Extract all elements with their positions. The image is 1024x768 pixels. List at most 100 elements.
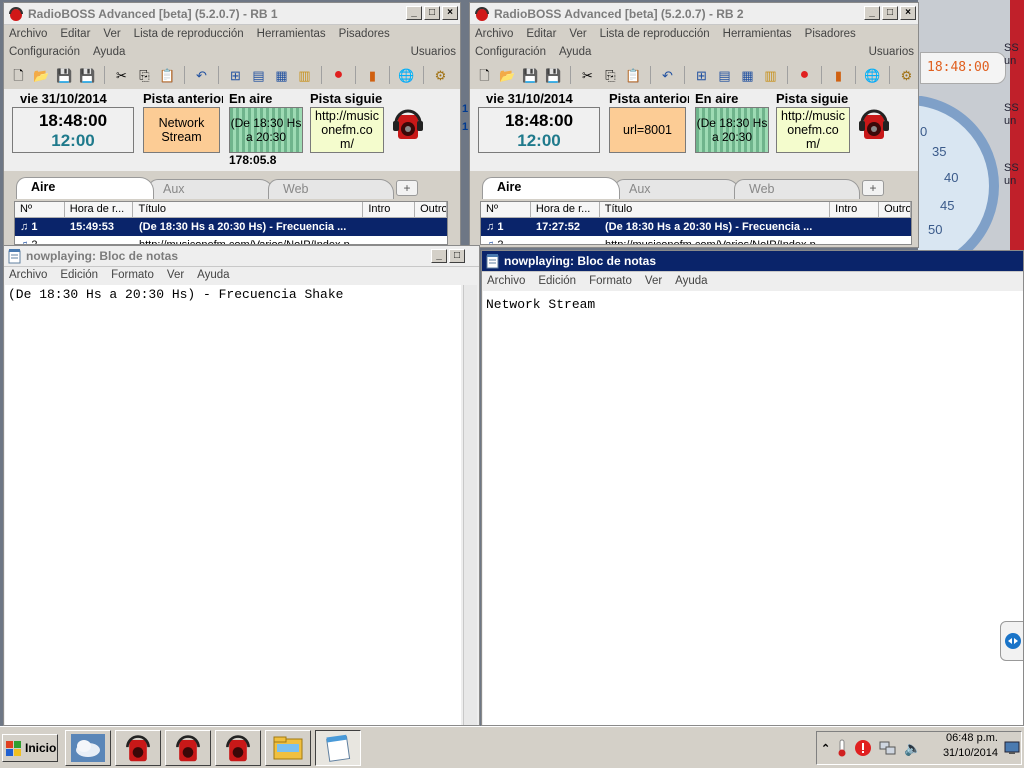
menu-herramientas[interactable]: Herramientas [257, 28, 326, 40]
add-list-icon[interactable]: ▤ [250, 67, 267, 84]
start-button[interactable]: Inicio [2, 734, 58, 762]
table-row[interactable]: ♫ 2 http://musiconefm.com/Varios/NoIP/In… [15, 236, 447, 244]
save-icon[interactable]: 💾 [56, 67, 73, 84]
menu-ayuda[interactable]: Ayuda [559, 46, 591, 58]
cut-icon[interactable]: ✂ [579, 67, 596, 84]
add-track-icon[interactable]: ⊞ [693, 67, 710, 84]
menu-edicion[interactable]: Edición [60, 269, 98, 281]
undo-icon[interactable]: ↶ [659, 67, 676, 84]
rb2-prev-track[interactable]: url=8001 [609, 107, 686, 153]
add-stream-icon[interactable]: ▦ [273, 67, 290, 84]
col-title[interactable]: Título [600, 202, 831, 217]
show-desktop-icon[interactable] [1004, 741, 1020, 755]
new-icon[interactable]: 🗋 [10, 67, 27, 84]
tab-aux[interactable]: Aux [148, 179, 274, 199]
menu-archivo[interactable]: Archivo [487, 275, 525, 287]
menu-formato[interactable]: Formato [589, 275, 632, 287]
rb1-onair-track[interactable]: (De 18:30 Hs a 20:30 [229, 107, 303, 153]
globe-icon[interactable]: 🌐 [864, 67, 881, 84]
tab-aire[interactable]: Aire [16, 177, 154, 199]
menu-ver[interactable]: Ver [645, 275, 662, 287]
maximize-button[interactable]: □ [449, 249, 465, 263]
volume-icon[interactable]: 🔈 [904, 740, 921, 757]
cut-icon[interactable]: ✂ [113, 67, 130, 84]
settings-gear-icon[interactable]: ⚙ [898, 67, 915, 84]
close-button[interactable]: × [442, 6, 458, 20]
undo-icon[interactable]: ↶ [193, 67, 210, 84]
col-num[interactable]: Nº [481, 202, 531, 217]
menu-ver[interactable]: Ver [103, 28, 120, 40]
maximize-button[interactable]: □ [424, 6, 440, 20]
menu-ver[interactable]: Ver [167, 269, 184, 281]
taskbar-app-notepad[interactable] [315, 730, 361, 766]
menu-configuracion[interactable]: Configuración [9, 46, 80, 58]
np1-scrollbar[interactable] [463, 285, 477, 725]
menu-formato[interactable]: Formato [111, 269, 154, 281]
tab-aux[interactable]: Aux [614, 179, 740, 199]
menu-pisadores[interactable]: Pisadores [805, 28, 856, 40]
show-hidden-icons-icon[interactable]: ⌃ [821, 742, 830, 755]
add-folder-icon[interactable]: ▥ [296, 67, 313, 84]
settings-gear-icon[interactable]: ⚙ [432, 67, 449, 84]
copy-icon[interactable]: ⎘ [136, 67, 153, 84]
stats-icon[interactable]: ▮ [830, 67, 847, 84]
taskbar-app-radioboss-3[interactable] [215, 730, 261, 766]
tab-aire[interactable]: Aire [482, 177, 620, 199]
col-time[interactable]: Hora de r... [65, 202, 134, 217]
menu-archivo[interactable]: Archivo [475, 28, 513, 40]
col-title[interactable]: Título [133, 202, 364, 217]
record-icon[interactable]: ● [796, 67, 813, 84]
menu-editar[interactable]: Editar [60, 28, 90, 40]
open-folder-icon[interactable]: 📂 [499, 67, 516, 84]
new-icon[interactable]: 🗋 [476, 67, 493, 84]
menu-archivo[interactable]: Archivo [9, 269, 47, 281]
minimize-button[interactable]: _ [431, 249, 447, 263]
menu-herramientas[interactable]: Herramientas [723, 28, 792, 40]
menu-ayuda[interactable]: Ayuda [197, 269, 229, 281]
menu-edicion[interactable]: Edición [538, 275, 576, 287]
teamviewer-side-tab[interactable] [1000, 621, 1023, 661]
col-outro[interactable]: Outro [415, 202, 447, 217]
taskbar-app-radioboss-1[interactable] [115, 730, 161, 766]
rb2-next-track[interactable]: http://musiconefm.com/ [776, 107, 850, 153]
add-track-icon[interactable]: ⊞ [227, 67, 244, 84]
np2-text-area[interactable]: Network Stream [483, 291, 1023, 725]
np1-text-area[interactable]: (De 18:30 Hs a 20:30 Hs) - Frecuencia Sh… [5, 285, 461, 725]
paste-icon[interactable]: 📋 [625, 67, 642, 84]
alert-icon[interactable] [854, 739, 872, 757]
col-intro[interactable]: Intro [830, 202, 880, 217]
menu-usuarios[interactable]: Usuarios [411, 46, 456, 58]
close-button[interactable]: × [900, 6, 916, 20]
col-time[interactable]: Hora de r... [531, 202, 600, 217]
stats-icon[interactable]: ▮ [364, 67, 381, 84]
minimize-button[interactable]: _ [406, 6, 422, 20]
col-intro[interactable]: Intro [363, 202, 416, 217]
table-row[interactable]: ♫ 1 15:49:53 (De 18:30 Hs a 20:30 Hs) - … [15, 218, 447, 236]
add-folder-icon[interactable]: ▥ [762, 67, 779, 84]
menu-ayuda[interactable]: Ayuda [675, 275, 707, 287]
menu-editar[interactable]: Editar [526, 28, 556, 40]
menu-lista-reproduccion[interactable]: Lista de reproducción [600, 28, 710, 40]
col-num[interactable]: Nº [15, 202, 65, 217]
rb2-onair-track[interactable]: (De 18:30 Hs a 20:30 [695, 107, 769, 153]
save-icon[interactable]: 💾 [522, 67, 539, 84]
taskbar-app-weather[interactable] [65, 730, 111, 766]
taskbar-app-explorer[interactable] [265, 730, 311, 766]
system-clock[interactable]: 06:48 p.m. 31/10/2014 [943, 731, 998, 761]
save-as-icon[interactable]: 💾 [79, 67, 96, 84]
add-tab-button[interactable]: + [862, 180, 884, 196]
table-row[interactable]: ♫ 2 http://musiconefm.com/Varios/NoIP/In… [481, 236, 911, 244]
menu-ayuda[interactable]: Ayuda [93, 46, 125, 58]
tab-web[interactable]: Web [268, 179, 394, 199]
table-row[interactable]: ♫ 1 17:27:52 (De 18:30 Hs a 20:30 Hs) - … [481, 218, 911, 236]
tab-web[interactable]: Web [734, 179, 860, 199]
add-tab-button[interactable]: + [396, 180, 418, 196]
col-outro[interactable]: Outro [879, 202, 911, 217]
menu-configuracion[interactable]: Configuración [475, 46, 546, 58]
globe-icon[interactable]: 🌐 [398, 67, 415, 84]
rb1-next-track[interactable]: http://musiconefm.com/ [310, 107, 384, 153]
menu-ver[interactable]: Ver [569, 28, 586, 40]
menu-usuarios[interactable]: Usuarios [869, 46, 914, 58]
network-icon[interactable] [879, 739, 897, 757]
add-stream-icon[interactable]: ▦ [739, 67, 756, 84]
